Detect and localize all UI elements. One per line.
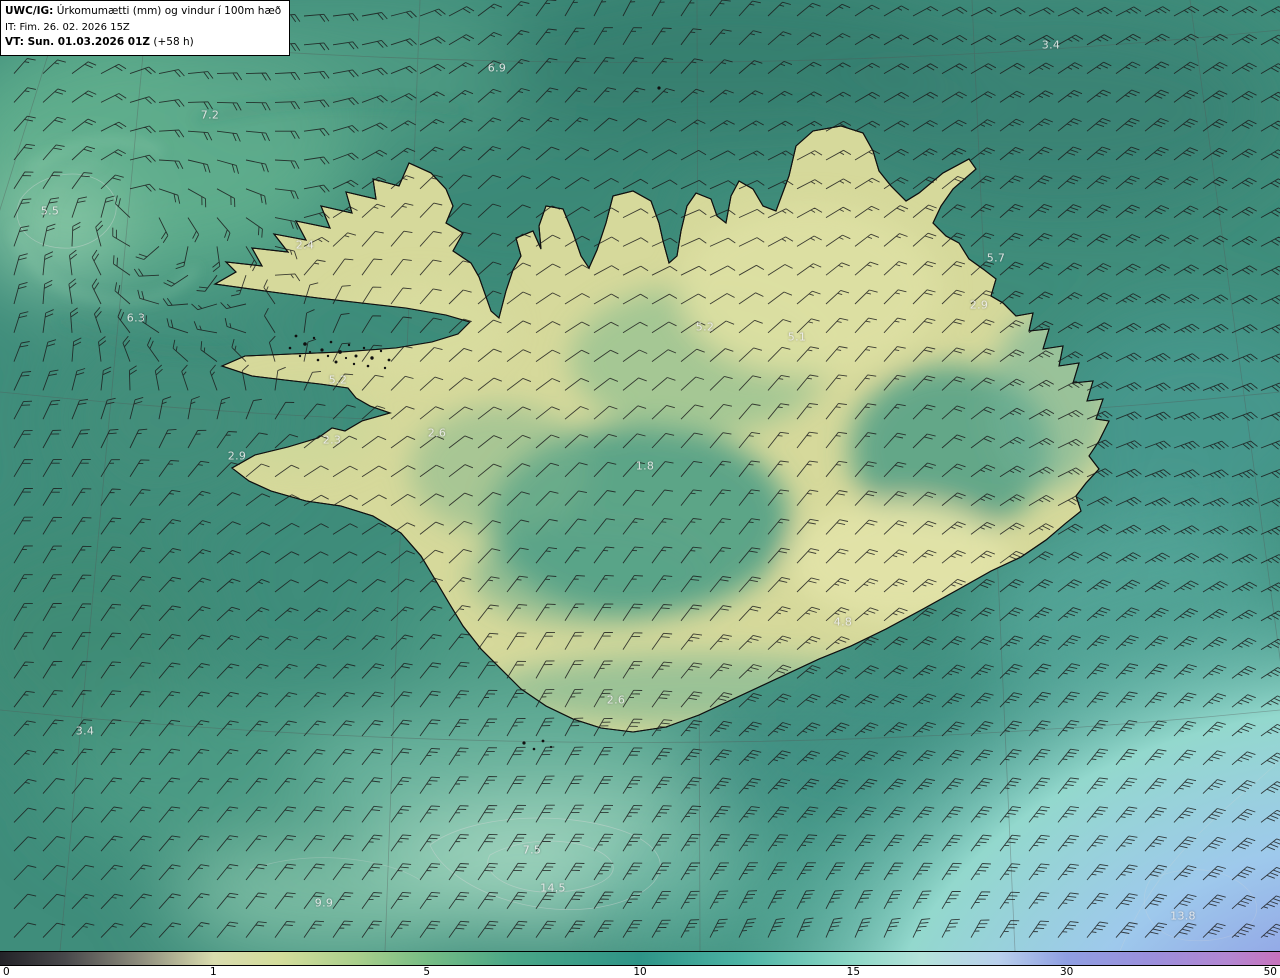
info-box: UWC/IG: Úrkomumætti (mm) og vindur í 100… [0,0,291,56]
colorbar: 0 1 5 10 15 30 50 [0,951,1280,978]
colorbar-gradient [0,951,1280,966]
map-canvas [0,0,1280,951]
valid-time: VT: Sun. 01.03.2026 01Z [5,35,151,48]
colorbar-tick: 30 [1059,966,1074,978]
colorbar-tick-labels: 0 1 5 10 15 30 50 [0,966,1280,978]
weather-map-page: 6.9 7.2 3.4 5.5 2.4 5.7 2.9 6.3 5.2 5.1 5.2 2.6 2.3 2… [0,0,1280,978]
colorbar-tick: 50 [1263,966,1277,978]
colorbar-tick: 0 [3,966,10,978]
colorbar-tick: 10 [633,966,647,978]
product-title-line: UWC/IG: Úrkomumætti (mm) og vindur í 100… [5,4,281,20]
lead-time: (+58 h) [150,35,194,48]
product-title: Úrkomumætti (mm) og vindur í 100m hæð [53,5,282,17]
colorbar-tick: 15 [846,966,861,978]
init-time-line: IT: Fim. 26. 02. 2026 15Z [5,21,130,33]
product-code: UWC/IG: [5,5,54,17]
valid-time-line: VT: Sun. 01.03.2026 01Z (+58 h) [5,35,281,51]
colorbar-tick: 1 [209,966,217,978]
colorbar-tick: 5 [423,966,430,978]
